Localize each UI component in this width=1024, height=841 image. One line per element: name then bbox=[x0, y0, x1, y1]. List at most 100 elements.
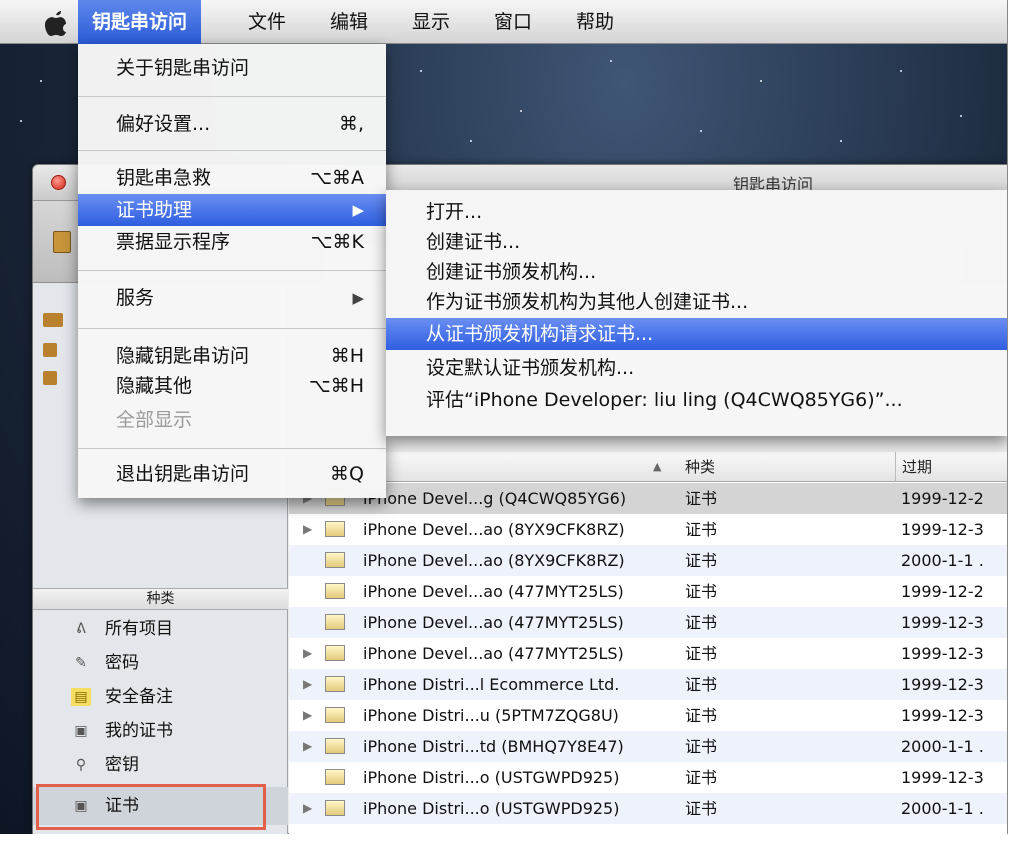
row-expires: 2000-1-1 . bbox=[901, 551, 984, 570]
sort-ascending-icon[interactable]: ▲ bbox=[653, 452, 661, 482]
menu-item-shortcut: ⌘Q bbox=[330, 463, 364, 485]
row-name: iPhone Devel...ao (477MYT25LS) bbox=[363, 582, 624, 601]
menu-bar: 钥匙串访问 文件 编辑 显示 窗口 帮助 bbox=[0, 0, 1007, 44]
certificate-icon: ▣ bbox=[74, 723, 88, 739]
certificate-icon bbox=[325, 614, 345, 630]
category-keys[interactable]: ⚲ 密钥 bbox=[33, 749, 288, 781]
menu-item-hide-others[interactable]: 隐藏其他 ⌥⌘H bbox=[78, 370, 386, 402]
category-secure-notes[interactable]: ▤ 安全备注 bbox=[33, 681, 288, 713]
menu-item-shortcut: ⌥⌘K bbox=[310, 231, 364, 253]
apple-menu-icon[interactable] bbox=[30, 0, 76, 44]
table-row[interactable]: ▶ iPhone Distri...o (USTGWPD925) 证书 2000-1-… bbox=[289, 793, 1007, 824]
certificate-list[interactable]: ▲ 种类 过期 ▶ iPhone Devel...g (Q4CWQ85YG6) 证书… bbox=[289, 452, 1007, 834]
menubar-item-file[interactable]: 文件 bbox=[234, 0, 300, 44]
row-name: iPhone Devel...ao (477MYT25LS) bbox=[363, 613, 624, 632]
submenu-item-create-cert-for-others[interactable]: 作为证书颁发机构为其他人创建证书... bbox=[386, 286, 1007, 318]
disclosure-triangle-icon[interactable]: ▶ bbox=[303, 638, 312, 669]
row-name: iPhone Devel...ao (477MYT25LS) bbox=[363, 644, 624, 663]
menu-item-ticket-viewer[interactable]: 票据显示程序 ⌥⌘K bbox=[78, 226, 386, 258]
note-icon: ▤ bbox=[71, 688, 91, 706]
row-kind: 证书 bbox=[685, 737, 718, 756]
menu-item-label: 创建证书... bbox=[426, 231, 521, 253]
person-icon: ᕕ bbox=[76, 621, 86, 637]
row-kind: 证书 bbox=[685, 489, 718, 508]
category-label: 密码 bbox=[105, 653, 139, 673]
submenu-item-request-certificate[interactable]: 从证书颁发机构请求证书... bbox=[386, 318, 1007, 350]
menu-item-preferences[interactable]: 偏好设置... ⌘, bbox=[78, 108, 386, 140]
submenu-item-create-certificate[interactable]: 创建证书... bbox=[386, 226, 1007, 258]
menu-separator bbox=[78, 270, 386, 272]
menu-item-hide[interactable]: 隐藏钥匙串访问 ⌘H bbox=[78, 340, 386, 372]
certificate-icon bbox=[325, 645, 345, 661]
table-row[interactable]: ▶ iPhone Distri...l Ecommerce Ltd. 证书 1999-… bbox=[289, 669, 1007, 700]
table-row[interactable]: iPhone Devel...ao (477MYT25LS) 证书 1999-12-… bbox=[289, 607, 1007, 638]
disclosure-triangle-icon[interactable]: ▶ bbox=[303, 514, 312, 545]
row-kind: 证书 bbox=[685, 520, 718, 539]
row-name: iPhone Distri...td (BMHQ7Y8E47) bbox=[363, 737, 624, 756]
row-expires: 1999-12-3 bbox=[901, 520, 984, 539]
menubar-item-view[interactable]: 显示 bbox=[398, 0, 464, 44]
menu-item-label: 证书助理 bbox=[116, 199, 193, 221]
menu-item-shortcut: ⌘H bbox=[330, 345, 364, 367]
menu-item-label: 隐藏钥匙串访问 bbox=[116, 345, 250, 367]
table-row[interactable]: iPhone Devel...ao (477MYT25LS) 证书 1999-12-… bbox=[289, 576, 1007, 607]
row-expires: 2000-1-1 . bbox=[901, 737, 984, 756]
menu-item-shortcut: ⌥⌘A bbox=[310, 167, 364, 189]
menu-item-shortcut: ⌥⌘H bbox=[308, 375, 364, 397]
menu-item-label: 创建证书颁发机构... bbox=[426, 261, 597, 283]
column-header-kind[interactable]: 种类 bbox=[685, 452, 715, 482]
certificate-icon bbox=[325, 521, 345, 537]
menu-item-about[interactable]: 关于钥匙串访问 bbox=[78, 52, 386, 84]
menubar-item-keychain-access[interactable]: 钥匙串访问 bbox=[78, 0, 202, 44]
disclosure-triangle-icon[interactable]: ▶ bbox=[303, 669, 312, 700]
menu-item-label: 评估“iPhone Developer: liu ling (Q4CWQ85YG… bbox=[426, 389, 903, 411]
menu-item-quit[interactable]: 退出钥匙串访问 ⌘Q bbox=[78, 458, 386, 490]
lock-icon[interactable] bbox=[53, 231, 71, 253]
menu-item-label: 全部显示 bbox=[116, 409, 193, 431]
submenu-arrow-icon: ▶ bbox=[352, 289, 364, 307]
menubar-item-window[interactable]: 窗口 bbox=[480, 0, 546, 44]
menubar-item-help[interactable]: 帮助 bbox=[562, 0, 628, 44]
row-expires: 2000-1-1 . bbox=[901, 799, 984, 818]
table-row[interactable]: ▶ iPhone Devel...ao (477MYT25LS) 证书 1999-12… bbox=[289, 638, 1007, 669]
row-name: iPhone Distri...u (5PTM7ZQG8U) bbox=[363, 706, 619, 725]
row-name: iPhone Distri...l Ecommerce Ltd. bbox=[363, 675, 620, 694]
row-name: iPhone Distri...o (USTGWPD925) bbox=[363, 799, 620, 818]
row-kind: 证书 bbox=[685, 551, 718, 570]
menu-item-certificate-assistant[interactable]: 证书助理 ▶ bbox=[78, 194, 386, 226]
menu-item-first-aid[interactable]: 钥匙串急救 ⌥⌘A bbox=[78, 162, 386, 194]
submenu-item-create-ca[interactable]: 创建证书颁发机构... bbox=[386, 256, 1007, 288]
disclosure-triangle-icon[interactable]: ▶ bbox=[303, 731, 312, 762]
keychain-icon bbox=[43, 313, 63, 327]
menubar-item-edit[interactable]: 编辑 bbox=[316, 0, 382, 44]
menu-separator bbox=[78, 328, 386, 330]
table-row[interactable]: ▶ iPhone Distri...u (5PTM7ZQG8U) 证书 1999-12… bbox=[289, 700, 1007, 731]
annotation-highlight-box bbox=[36, 784, 266, 830]
disclosure-triangle-icon[interactable]: ▶ bbox=[303, 700, 312, 731]
column-header-expires[interactable]: 过期 bbox=[895, 452, 932, 482]
menu-item-label: 退出钥匙串访问 bbox=[116, 463, 250, 485]
certificate-icon bbox=[325, 552, 345, 568]
menu-item-label: 票据显示程序 bbox=[116, 231, 231, 253]
table-row[interactable]: ▶ iPhone Devel...g (Q4CWQ85YG6) 证书 1999-12-… bbox=[289, 483, 1007, 514]
table-row[interactable]: ▶ iPhone Devel...ao (8YX9CFK8RZ) 证书 1999-12… bbox=[289, 514, 1007, 545]
row-kind: 证书 bbox=[685, 644, 718, 663]
table-row[interactable]: iPhone Distri...o (USTGWPD925) 证书 1999-12-… bbox=[289, 762, 1007, 793]
table-row[interactable]: iPhone Devel...ao (8YX9CFK8RZ) 证书 2000-1-1… bbox=[289, 545, 1007, 576]
submenu-item-evaluate[interactable]: 评估“iPhone Developer: liu ling (Q4CWQ85YG… bbox=[386, 384, 1007, 416]
row-name: iPhone Devel...g (Q4CWQ85YG6) bbox=[363, 489, 627, 508]
category-passwords[interactable]: ✎ 密码 bbox=[33, 647, 288, 679]
close-window-icon[interactable] bbox=[51, 175, 66, 190]
menu-item-shortcut: ⌘, bbox=[338, 113, 364, 135]
row-kind: 证书 bbox=[685, 582, 718, 601]
menu-item-services[interactable]: 服务 ▶ bbox=[78, 282, 386, 314]
submenu-item-set-default-ca[interactable]: 设定默认证书颁发机构... bbox=[386, 352, 1007, 384]
disclosure-triangle-icon[interactable]: ▶ bbox=[303, 793, 312, 824]
category-all-items[interactable]: ᕕ 所有项目 bbox=[33, 613, 288, 645]
submenu-item-open[interactable]: 打开... bbox=[386, 196, 1007, 228]
table-row[interactable]: ▶ iPhone Distri...td (BMHQ7Y8E47) 证书 2000-1… bbox=[289, 731, 1007, 762]
keychain-access-menu: 关于钥匙串访问 偏好设置... ⌘, 钥匙串急救 ⌥⌘A 证书助理 ▶ 票据显示程序 ⌥… bbox=[78, 44, 386, 498]
category-my-certificates[interactable]: ▣ 我的证书 bbox=[33, 715, 288, 747]
row-expires: 1999-12-3 bbox=[901, 768, 984, 787]
menu-item-show-all: 全部显示 bbox=[78, 404, 386, 436]
